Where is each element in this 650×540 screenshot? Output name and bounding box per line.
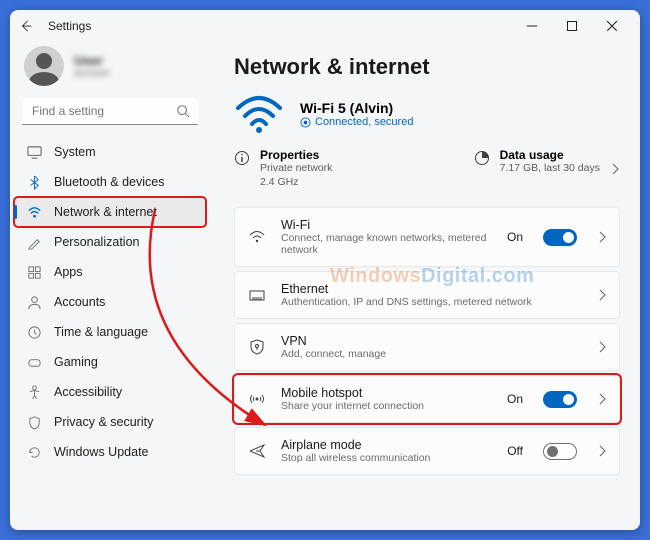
profile-name: User — [74, 53, 109, 68]
sidebar-item-personalization[interactable]: Personalization — [14, 227, 206, 257]
search-input[interactable] — [22, 98, 198, 125]
properties-line1: Private network — [260, 162, 332, 176]
airplane-title: Airplane mode — [281, 438, 493, 452]
hotspot-icon — [247, 389, 267, 409]
sidebar-item-label: Network & internet — [54, 205, 157, 219]
sidebar-item-accessibility[interactable]: Accessibility — [14, 377, 206, 407]
sidebar-item-label: Privacy & security — [54, 415, 153, 429]
wifi-toggle[interactable] — [543, 229, 577, 246]
nav-list: System Bluetooth & devices Network & int… — [14, 137, 206, 467]
search-icon — [176, 104, 190, 123]
sidebar-item-network[interactable]: Network & internet — [14, 197, 206, 227]
airplane-sub: Stop all wireless communication — [281, 452, 493, 464]
ethernet-icon — [247, 285, 267, 305]
sidebar-item-label: Accounts — [54, 295, 105, 309]
wifi-large-icon — [234, 94, 284, 134]
hotspot-toggle[interactable] — [543, 391, 577, 408]
hotspot-title: Mobile hotspot — [281, 386, 493, 400]
vpn-icon — [247, 337, 267, 357]
hotspot-state: On — [507, 392, 523, 406]
wifi-title: Wi-Fi — [281, 218, 493, 232]
main-panel: Network & internet Wi-Fi 5 (Alvin) Conne… — [210, 42, 640, 530]
sidebar-item-time[interactable]: Time & language — [14, 317, 206, 347]
sidebar-item-system[interactable]: System — [14, 137, 206, 167]
connected-icon — [300, 117, 311, 128]
vpn-card[interactable]: VPN Add, connect, manage — [234, 323, 620, 371]
sidebar-item-privacy[interactable]: Privacy & security — [14, 407, 206, 437]
vpn-title: VPN — [281, 334, 583, 348]
sidebar-item-label: Windows Update — [54, 445, 149, 459]
sidebar-item-label: Apps — [54, 265, 83, 279]
wifi-card[interactable]: Wi-Fi Connect, manage known networks, me… — [234, 207, 620, 267]
hotspot-sub: Share your internet connection — [281, 400, 493, 412]
chevron-right-icon — [597, 393, 607, 405]
hotspot-card[interactable]: Mobile hotspot Share your internet conne… — [234, 375, 620, 423]
connection-name: Wi-Fi 5 (Alvin) — [300, 100, 413, 116]
time-icon — [26, 324, 42, 340]
settings-list: Wi-Fi Connect, manage known networks, me… — [234, 207, 620, 475]
gaming-icon — [26, 354, 42, 370]
wifi-state: On — [507, 230, 523, 244]
search-box[interactable] — [22, 98, 198, 125]
sidebar-item-gaming[interactable]: Gaming — [14, 347, 206, 377]
sidebar-item-label: Time & language — [54, 325, 148, 339]
sidebar-item-label: Personalization — [54, 235, 139, 249]
sidebar-item-label: Bluetooth & devices — [54, 175, 165, 189]
minimize-button[interactable] — [512, 12, 552, 40]
accounts-icon — [26, 294, 42, 310]
privacy-icon — [26, 414, 42, 430]
vpn-sub: Add, connect, manage — [281, 348, 583, 360]
airplane-card[interactable]: Airplane mode Stop all wireless communic… — [234, 427, 620, 475]
wifi-sub: Connect, manage known networks, metered … — [281, 232, 493, 256]
properties-title: Properties — [260, 148, 332, 162]
airplane-toggle[interactable] — [543, 443, 577, 460]
data-usage-title: Data usage — [500, 148, 600, 162]
accessibility-icon — [26, 384, 42, 400]
avatar — [24, 46, 64, 86]
connection-status: Connected, secured — [315, 116, 413, 128]
chevron-right-icon — [597, 231, 607, 243]
properties-icon — [234, 150, 250, 171]
chevron-right-icon — [597, 289, 607, 301]
airplane-icon — [247, 441, 267, 461]
update-icon — [26, 444, 42, 460]
sidebar-item-apps[interactable]: Apps — [14, 257, 206, 287]
apps-icon — [26, 264, 42, 280]
settings-window: Settings User account — [10, 10, 640, 530]
ethernet-card[interactable]: Ethernet Authentication, IP and DNS sett… — [234, 271, 620, 319]
window-title: Settings — [48, 19, 91, 33]
bluetooth-icon — [26, 174, 42, 190]
sidebar-item-label: Accessibility — [54, 385, 122, 399]
data-usage-line: 7.17 GB, last 30 days — [500, 162, 600, 176]
maximize-button[interactable] — [552, 12, 592, 40]
close-button[interactable] — [592, 12, 632, 40]
ethernet-sub: Authentication, IP and DNS settings, met… — [281, 296, 583, 308]
ethernet-title: Ethernet — [281, 282, 583, 296]
connection-hero: Wi-Fi 5 (Alvin) Connected, secured — [234, 94, 620, 134]
page-title: Network & internet — [234, 54, 620, 80]
sidebar-item-bluetooth[interactable]: Bluetooth & devices — [14, 167, 206, 197]
airplane-state: Off — [507, 444, 523, 458]
profile-block[interactable]: User account — [14, 42, 206, 98]
sidebar-item-label: Gaming — [54, 355, 98, 369]
wifi-icon — [247, 227, 267, 247]
data-usage-block[interactable]: Data usage 7.17 GB, last 30 days — [474, 148, 620, 189]
sidebar-item-accounts[interactable]: Accounts — [14, 287, 206, 317]
data-usage-icon — [474, 150, 490, 171]
chevron-right-icon — [597, 445, 607, 457]
properties-block[interactable]: Properties Private network 2.4 GHz — [234, 148, 444, 189]
titlebar: Settings — [10, 10, 640, 42]
sidebar-item-update[interactable]: Windows Update — [14, 437, 206, 467]
info-row: Properties Private network 2.4 GHz Data … — [234, 144, 620, 193]
properties-line2: 2.4 GHz — [260, 176, 332, 190]
sidebar-item-label: System — [54, 145, 96, 159]
sidebar: User account System Bluetooth & devices — [10, 42, 210, 530]
system-icon — [26, 144, 42, 160]
personalization-icon — [26, 234, 42, 250]
chevron-right-icon — [597, 341, 607, 353]
back-button[interactable] — [18, 18, 34, 34]
profile-sub: account — [74, 68, 109, 79]
chevron-right-icon — [610, 163, 620, 175]
network-icon — [26, 204, 42, 220]
